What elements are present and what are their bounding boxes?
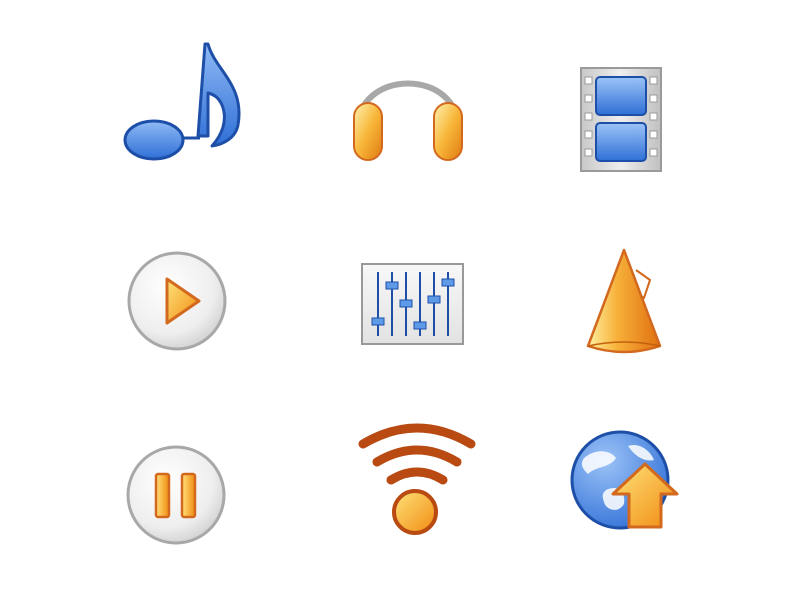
cone-speaker-icon[interactable]: [580, 246, 670, 358]
headphones-icon[interactable]: [348, 58, 468, 168]
icon-sheet: [0, 0, 800, 600]
pause-button-icon[interactable]: [125, 444, 230, 549]
film-strip-icon[interactable]: [578, 65, 668, 175]
globe-upload-icon[interactable]: [566, 428, 686, 538]
wireless-broadcast-icon[interactable]: [357, 420, 477, 538]
music-note-icon[interactable]: [120, 40, 250, 165]
play-button-icon[interactable]: [125, 249, 230, 354]
equalizer-sliders-icon[interactable]: [360, 262, 466, 346]
